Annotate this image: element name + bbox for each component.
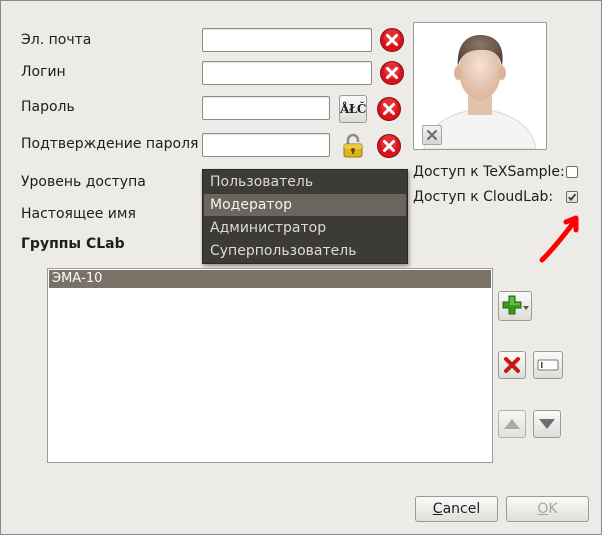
move-up-button[interactable] xyxy=(498,410,526,438)
menu-item-user[interactable]: Пользователь xyxy=(204,171,406,193)
ok-mnemonic: O xyxy=(537,501,549,517)
cloudlab-access-label: Доступ к CloudLab: xyxy=(413,189,554,205)
arrow-down-icon xyxy=(539,419,555,429)
cancel-label-rest: ancel xyxy=(442,501,481,517)
menu-item-superuser[interactable]: Суперпользователь xyxy=(204,240,406,262)
red-x-circle-icon xyxy=(380,28,404,52)
padlock-open-icon xyxy=(343,133,363,158)
list-item[interactable]: ЭМА-10 xyxy=(49,270,491,288)
move-down-button[interactable] xyxy=(533,410,561,438)
password-field[interactable] xyxy=(202,96,330,120)
groups-label: Группы CLab xyxy=(21,236,125,252)
cloudlab-access-checkbox[interactable] xyxy=(566,191,578,203)
rename-field-icon xyxy=(537,359,559,371)
ok-button[interactable]: OK xyxy=(506,496,589,522)
red-x-icon xyxy=(504,357,520,373)
red-x-circle-icon xyxy=(380,61,404,85)
confirm-password-field[interactable] xyxy=(202,133,330,157)
texsample-access-checkbox[interactable] xyxy=(566,166,578,178)
email-field[interactable] xyxy=(202,28,372,52)
arrow-up-icon xyxy=(504,419,520,429)
real-name-label: Настоящее имя xyxy=(21,206,136,222)
clear-password-button[interactable] xyxy=(376,96,402,122)
confirm-password-label: Подтверждение пароля xyxy=(21,136,199,152)
clear-login-button[interactable] xyxy=(379,60,405,86)
texsample-access-label: Доступ к TeXSample: xyxy=(413,164,565,180)
password-label: Пароль xyxy=(21,99,75,115)
keyboard-layout-button[interactable]: ÅŁČ xyxy=(339,95,367,123)
menu-item-administrator[interactable]: Администратор xyxy=(204,217,406,239)
clear-email-button[interactable] xyxy=(379,27,405,53)
show-password-toggle[interactable] xyxy=(339,132,367,160)
green-plus-icon xyxy=(502,295,529,315)
remove-group-button[interactable] xyxy=(498,351,526,379)
cancel-button[interactable]: Cancel xyxy=(415,496,498,522)
red-x-circle-icon xyxy=(377,97,401,121)
red-x-circle-icon xyxy=(377,134,401,158)
rename-group-button[interactable] xyxy=(533,351,563,379)
login-label: Логин xyxy=(21,64,66,80)
menu-item-moderator[interactable]: Модератор xyxy=(204,194,406,216)
annotation-arrow-icon xyxy=(539,215,579,263)
groups-list[interactable]: ЭМА-10 xyxy=(47,268,493,463)
keyboard-layout-icon: ÅŁČ xyxy=(340,102,366,116)
add-group-button[interactable] xyxy=(498,291,532,321)
ok-label-rest: K xyxy=(548,501,558,517)
access-level-label: Уровень доступа xyxy=(21,174,146,190)
login-field[interactable] xyxy=(202,61,372,85)
email-label: Эл. почта xyxy=(21,32,92,48)
access-level-menu[interactable]: Пользователь Модератор Администратор Суп… xyxy=(202,169,408,264)
cancel-mnemonic: C xyxy=(432,501,443,517)
close-icon xyxy=(426,129,438,141)
checkmark-icon xyxy=(568,193,577,201)
clear-confirm-button[interactable] xyxy=(376,133,402,159)
avatar-frame[interactable] xyxy=(413,22,547,150)
remove-avatar-button[interactable] xyxy=(422,125,442,145)
